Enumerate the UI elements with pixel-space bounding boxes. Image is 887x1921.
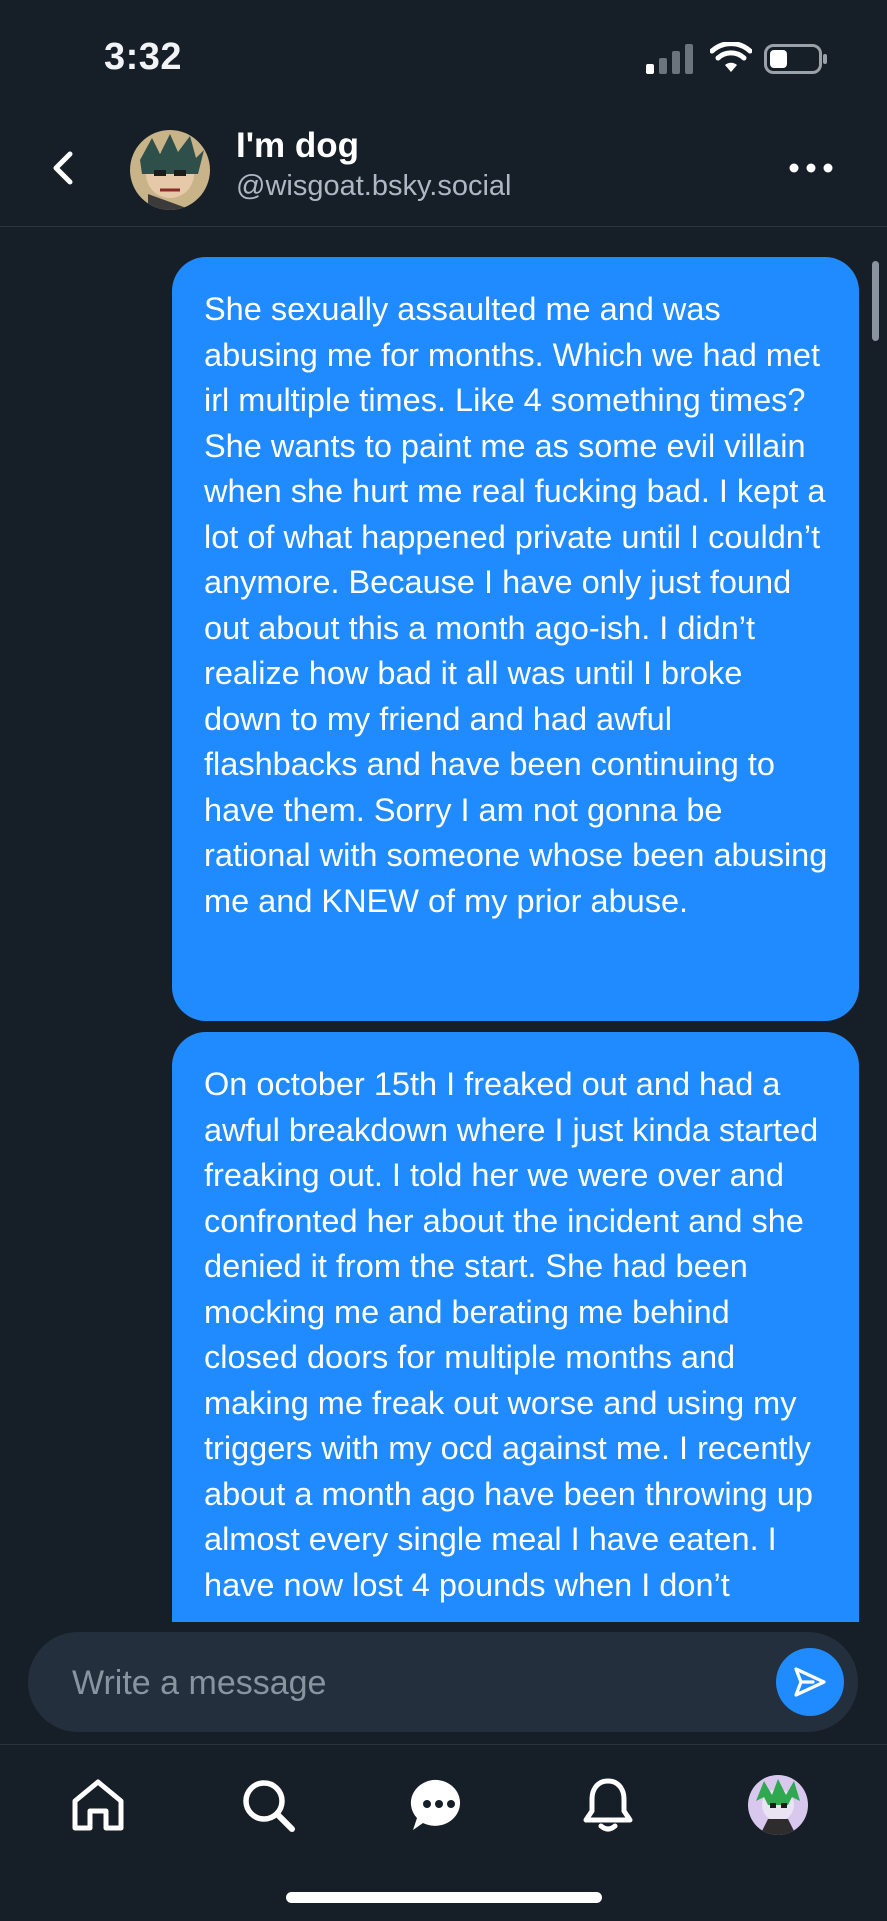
- home-indicator: [286, 1892, 602, 1903]
- more-options-icon[interactable]: [786, 156, 836, 180]
- contact-handle: @wisgoat.bsky.social: [236, 170, 512, 202]
- message-bubble-sent[interactable]: She sexually assaulted me and was abusin…: [172, 257, 859, 1021]
- profile-avatar[interactable]: [748, 1775, 808, 1835]
- bell-icon[interactable]: [578, 1775, 638, 1835]
- chat-icon[interactable]: [408, 1775, 468, 1835]
- status-time: 3:32: [104, 36, 183, 78]
- message-bubble-sent[interactable]: On october 15th I freaked out and had a …: [172, 1032, 859, 1622]
- signal-icon: [646, 44, 693, 74]
- send-button[interactable]: [776, 1648, 844, 1716]
- wifi-icon: [710, 42, 752, 72]
- home-icon[interactable]: [68, 1775, 128, 1835]
- contact-name: I'm dog: [236, 126, 360, 165]
- message-composer: [28, 1632, 858, 1732]
- search-icon[interactable]: [238, 1775, 298, 1835]
- conversation-header: I'm dog @wisgoat.bsky.social: [0, 110, 887, 227]
- battery-icon: [764, 44, 827, 74]
- back-icon[interactable]: [44, 148, 84, 188]
- bottom-nav: [0, 1744, 887, 1921]
- status-bar: 3:32: [0, 0, 887, 110]
- send-icon: [794, 1667, 826, 1697]
- contact-avatar[interactable]: [130, 130, 210, 210]
- message-list[interactable]: She sexually assaulted me and was abusin…: [0, 227, 887, 1622]
- message-input[interactable]: [70, 1656, 734, 1710]
- scrollbar[interactable]: [872, 261, 879, 341]
